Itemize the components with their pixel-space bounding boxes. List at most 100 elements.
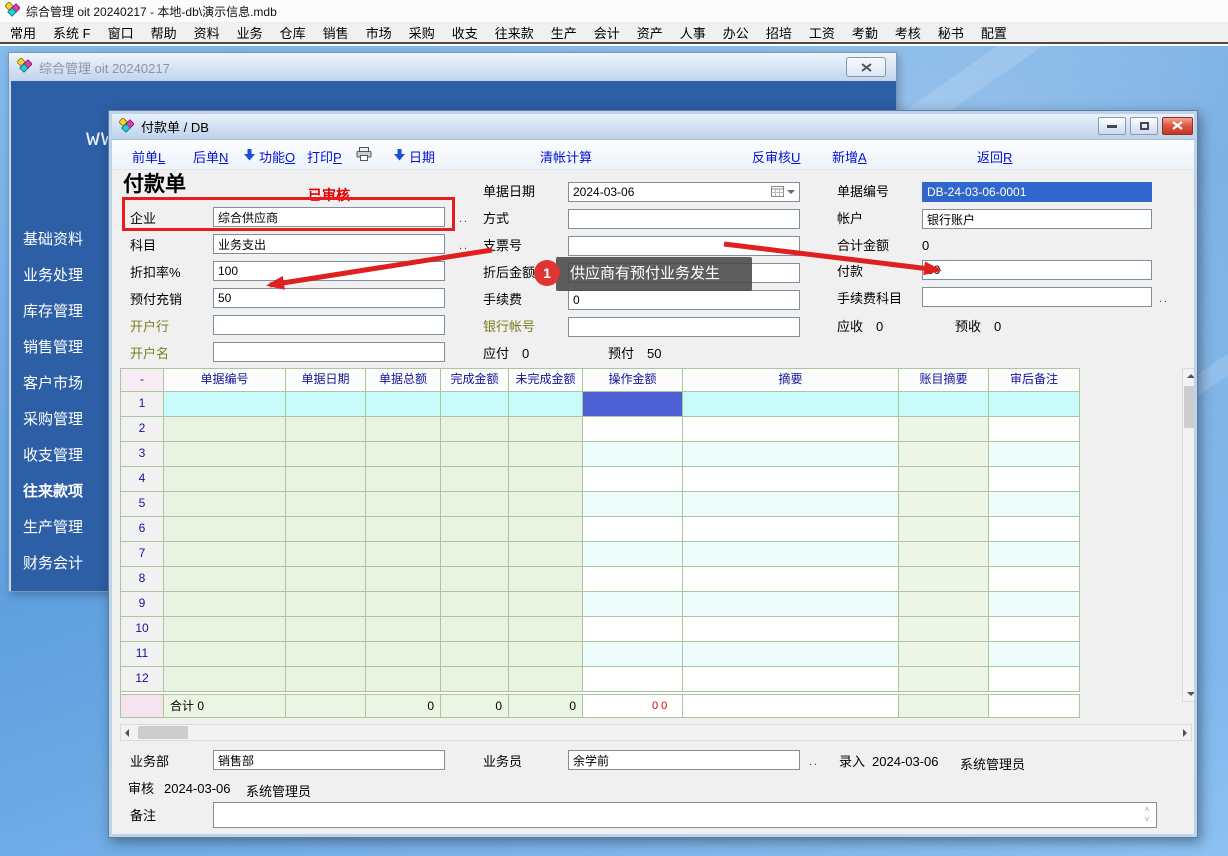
row-number[interactable]: 1 [121,392,164,417]
table-cell[interactable] [989,517,1080,542]
table-cell[interactable] [164,442,286,467]
table-cell[interactable] [286,667,366,692]
table-cell[interactable] [989,617,1080,642]
table-cell[interactable] [164,667,286,692]
row-number[interactable]: 3 [121,442,164,467]
doc-date-field[interactable]: 2024-03-06 [568,182,800,202]
table-cell[interactable] [286,542,366,567]
table-cell[interactable] [164,392,286,417]
menu-item[interactable]: 收支 [452,23,478,42]
toolbar-printer[interactable] [356,147,372,164]
row-number[interactable]: 10 [121,617,164,642]
discount-field[interactable] [213,261,445,281]
menu-item[interactable]: 办公 [723,23,749,42]
toolbar-unaudit[interactable]: 反审核U [752,147,800,166]
table-cell[interactable] [683,642,899,667]
table-cell[interactable] [899,392,989,417]
table-cell[interactable] [164,417,286,442]
table-cell[interactable] [164,492,286,517]
table-cell[interactable] [583,592,683,617]
sidebar-item[interactable]: 财务会计 [11,549,105,585]
table-cell[interactable] [286,617,366,642]
table-cell[interactable] [366,417,441,442]
table-cell[interactable] [683,417,899,442]
table-cell[interactable] [509,392,583,417]
toolbar-functions[interactable]: 功能O [244,147,295,166]
doc-no-field[interactable] [922,182,1152,202]
chevron-down-icon[interactable] [787,190,795,198]
vertical-scroll-thumb[interactable] [1184,386,1194,428]
table-cell[interactable] [164,567,286,592]
table-cell[interactable] [899,442,989,467]
table-cell[interactable] [583,517,683,542]
table-cell[interactable] [989,492,1080,517]
table-cell[interactable] [366,592,441,617]
table-cell[interactable] [286,492,366,517]
table-cell[interactable] [286,517,366,542]
table-cell[interactable] [366,492,441,517]
table-cell[interactable] [509,642,583,667]
sidebar-item[interactable]: 库存管理 [11,297,105,333]
toolbar-date[interactable]: 日期 [394,147,435,166]
table-cell[interactable] [899,417,989,442]
table-cell[interactable] [509,667,583,692]
menu-item[interactable]: 考核 [895,23,921,42]
table-cell[interactable] [899,492,989,517]
table-cell[interactable] [683,667,899,692]
menu-item[interactable]: 业务 [237,23,263,42]
mdi-close-button[interactable] [846,57,886,77]
fee-subject-browse[interactable]: .. [1159,293,1169,305]
payment-field[interactable] [922,260,1152,280]
menu-item[interactable]: 工资 [809,23,835,42]
row-number[interactable]: 2 [121,417,164,442]
maximize-button[interactable] [1130,117,1158,135]
sidebar-item[interactable]: 基础资料 [11,225,105,261]
row-number[interactable]: 4 [121,467,164,492]
table-cell[interactable] [366,567,441,592]
table-cell[interactable] [441,592,509,617]
table-cell[interactable] [989,567,1080,592]
spinner-icon[interactable]: ˄˅ [1140,805,1154,825]
table-cell[interactable] [366,667,441,692]
menu-item[interactable]: 生产 [551,23,577,42]
table-cell[interactable] [366,517,441,542]
sidebar-item[interactable]: 往来款项 [11,477,105,513]
menu-item[interactable]: 考勤 [852,23,878,42]
table-cell[interactable] [509,592,583,617]
horizontal-scroll-thumb[interactable] [138,726,188,739]
sidebar-item[interactable]: 采购管理 [11,405,105,441]
table-cell[interactable] [441,442,509,467]
table-cell[interactable] [441,542,509,567]
table-cell[interactable] [441,392,509,417]
table-cell[interactable] [286,642,366,667]
table-cell[interactable] [441,567,509,592]
table-cell[interactable] [583,467,683,492]
sidebar-item[interactable]: 销售管理 [11,333,105,369]
toolbar-return[interactable]: 返回R [977,147,1012,166]
close-button[interactable] [1162,117,1193,135]
menu-item[interactable]: 销售 [323,23,349,42]
menu-item[interactable]: 采购 [409,23,435,42]
table-cell[interactable] [441,667,509,692]
table-cell[interactable] [683,492,899,517]
remark-field[interactable]: ˄˅ [213,802,1157,828]
table-cell[interactable] [899,667,989,692]
table-cell[interactable] [899,592,989,617]
table-cell[interactable] [509,567,583,592]
minimize-button[interactable] [1098,117,1126,135]
scroll-up-icon[interactable] [1187,374,1194,378]
table-cell[interactable] [509,492,583,517]
table-cell[interactable] [441,642,509,667]
toolbar-add-new[interactable]: 新增A [832,147,867,166]
clerk-field[interactable] [568,750,800,770]
table-cell[interactable] [683,542,899,567]
table-cell[interactable] [441,617,509,642]
table-cell[interactable] [583,492,683,517]
table-cell[interactable] [164,517,286,542]
row-number[interactable]: 11 [121,642,164,667]
table-cell[interactable] [509,417,583,442]
table-cell[interactable] [989,592,1080,617]
table-cell[interactable] [441,492,509,517]
table-cell[interactable] [899,567,989,592]
table-cell[interactable] [899,542,989,567]
